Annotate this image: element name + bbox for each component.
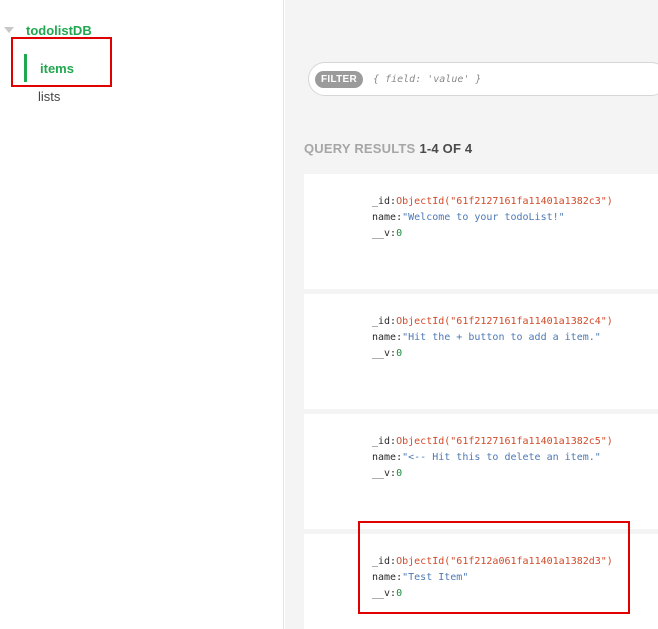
field-key: name:: [372, 452, 403, 463]
field-value: 0: [396, 228, 403, 239]
field-key: _id:: [372, 316, 397, 327]
field-id: _id:ObjectId("61f2127161fa11401a1382c4"): [372, 314, 613, 330]
field-id: _id:ObjectId("61f2127161fa11401a1382c5"): [372, 434, 613, 450]
database-name[interactable]: todolistDB: [26, 23, 92, 38]
field-key: __v:: [372, 348, 397, 359]
filter-input[interactable]: [373, 73, 634, 85]
field-value: ObjectId("61f2127161fa11401a1382c3"): [396, 196, 613, 207]
field-value: ObjectId("61f2127161fa11401a1382c4"): [396, 316, 613, 327]
field-value: 0: [396, 588, 403, 599]
field-value: 0: [396, 348, 403, 359]
field-value: ObjectId("61f2127161fa11401a1382c5"): [396, 436, 613, 447]
field-v: __v:0: [372, 346, 613, 362]
database-row[interactable]: todolistDB: [4, 20, 92, 40]
field-value: ObjectId("61f212a061fa11401a1382d3"): [396, 556, 613, 567]
query-results-label: QUERY RESULTS: [304, 141, 416, 156]
sidebar-item-label: items: [40, 60, 74, 76]
field-name: name:"Test Item": [372, 570, 613, 586]
document-fields: _id:ObjectId("61f2127161fa11401a1382c4")…: [372, 314, 613, 362]
document-card[interactable]: _id:ObjectId("61f2127161fa11401a1382c5")…: [304, 414, 658, 529]
sidebar-item-label: lists: [38, 88, 61, 104]
field-value: "Welcome to your todoList!": [402, 212, 565, 223]
query-results-count: 1-4 OF 4: [419, 141, 473, 156]
field-value: 0: [396, 468, 403, 479]
query-results-header: QUERY RESULTS 1-4 OF 4: [304, 141, 472, 156]
filter-bar[interactable]: FILTER: [308, 62, 658, 96]
field-name: name:"<-- Hit this to delete an item.": [372, 450, 613, 466]
field-key: name:: [372, 332, 403, 343]
sidebar-item-items[interactable]: items: [24, 54, 74, 82]
document-fields: _id:ObjectId("61f2127161fa11401a1382c3")…: [372, 194, 613, 242]
document-card[interactable]: _id:ObjectId("61f212a061fa11401a1382d3")…: [304, 534, 658, 629]
field-key: _id:: [372, 196, 397, 207]
document-card[interactable]: _id:ObjectId("61f2127161fa11401a1382c4")…: [304, 294, 658, 409]
field-id: _id:ObjectId("61f212a061fa11401a1382d3"): [372, 554, 613, 570]
active-indicator: [24, 54, 27, 82]
field-key: _id:: [372, 436, 397, 447]
field-v: __v:0: [372, 226, 613, 242]
filter-badge: FILTER: [315, 70, 364, 88]
field-id: _id:ObjectId("61f2127161fa11401a1382c3"): [372, 194, 613, 210]
field-key: __v:: [372, 468, 397, 479]
document-fields: _id:ObjectId("61f2127161fa11401a1382c5")…: [372, 434, 613, 482]
field-key: name:: [372, 572, 403, 583]
sidebar: todolistDB items lists: [0, 0, 284, 629]
field-v: __v:0: [372, 466, 613, 482]
document-fields: _id:ObjectId("61f212a061fa11401a1382d3")…: [372, 554, 613, 602]
field-value: "<-- Hit this to delete an item.": [402, 452, 601, 463]
main-panel: FILTER QUERY RESULTS1-4 OF 4 _id:ObjectI…: [285, 0, 658, 629]
caret-down-icon[interactable]: [4, 27, 14, 33]
field-name: name:"Hit the + button to add a item.": [372, 330, 613, 346]
field-value: "Test Item": [402, 572, 469, 583]
field-key: __v:: [372, 228, 397, 239]
sidebar-item-lists[interactable]: lists: [38, 85, 60, 107]
document-card[interactable]: _id:ObjectId("61f2127161fa11401a1382c3")…: [304, 174, 658, 289]
field-value: "Hit the + button to add a item.": [402, 332, 601, 343]
field-name: name:"Welcome to your todoList!": [372, 210, 613, 226]
field-key: name:: [372, 212, 403, 223]
field-v: __v:0: [372, 586, 613, 602]
field-key: _id:: [372, 556, 397, 567]
field-key: __v:: [372, 588, 397, 599]
